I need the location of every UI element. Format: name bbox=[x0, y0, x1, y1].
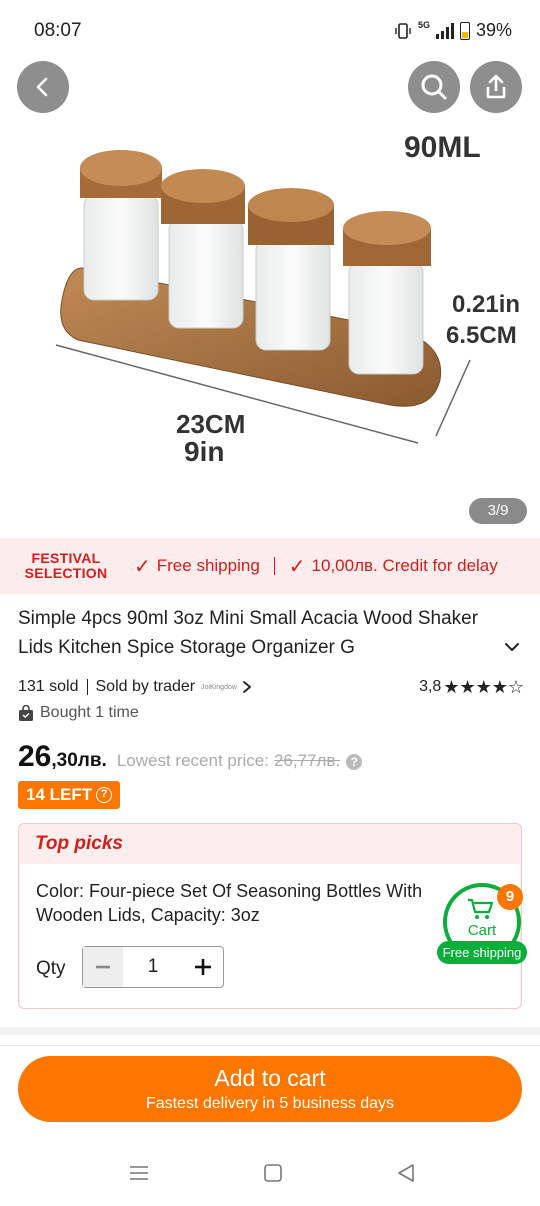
divider bbox=[86, 679, 88, 695]
network-type: 5G bbox=[417, 20, 430, 30]
vibrate-icon bbox=[395, 22, 411, 39]
trader-logo[interactable]: JoiKingdow bbox=[201, 684, 237, 691]
credit-text: 10,00лв. Credit for delay bbox=[311, 556, 498, 575]
signal-icon bbox=[435, 22, 454, 39]
product-page: 90ML 0.21in 6.5CM 23CM 9in 3/9 08:07 5G … bbox=[0, 0, 540, 1206]
bought-text: Bought 1 time bbox=[40, 704, 139, 721]
image-counter: 3/9 bbox=[469, 498, 527, 524]
status-icons: 5G 39% bbox=[394, 20, 512, 41]
cart-icon bbox=[468, 898, 494, 919]
battery-icon bbox=[459, 21, 470, 40]
sold-count: 131 sold bbox=[18, 678, 79, 695]
height-in-label: 0.21in bbox=[452, 291, 521, 318]
festival-logo-line2: SELECTION bbox=[24, 565, 108, 581]
product-title[interactable]: Simple 4pcs 90ml 3oz Mini Small Acacia W… bbox=[18, 604, 488, 662]
status-time: 08:07 bbox=[34, 20, 82, 41]
top-picks-heading: Top picks bbox=[35, 833, 123, 854]
color-option[interactable]: Color: Four-piece Set Of Seasoning Bottl… bbox=[36, 879, 466, 927]
plus-icon bbox=[195, 959, 211, 975]
recent-apps-button[interactable] bbox=[124, 1160, 154, 1186]
add-to-cart-label: Add to cart bbox=[214, 1065, 326, 1091]
minus-icon bbox=[96, 965, 110, 969]
width-in-label: 9in bbox=[184, 436, 225, 467]
triangle-back-icon bbox=[398, 1164, 414, 1182]
free-shipping-text: Free shipping bbox=[156, 556, 260, 575]
check-icon: ✓ bbox=[288, 555, 306, 578]
sold-by-link[interactable]: Sold by trader bbox=[96, 678, 196, 696]
home-button[interactable] bbox=[258, 1160, 288, 1186]
search-button[interactable] bbox=[408, 61, 460, 113]
increase-button[interactable] bbox=[183, 947, 223, 987]
help-icon[interactable]: ? bbox=[346, 754, 363, 770]
search-icon bbox=[421, 74, 447, 100]
product-meta-row: 131 sold Sold by trader JoiKingdow 3,8 ★… bbox=[18, 676, 524, 698]
free-shipping-badge: ✓ Free shipping bbox=[134, 554, 260, 579]
share-icon bbox=[486, 74, 506, 99]
rating-stars: ★★★★☆ bbox=[443, 676, 524, 697]
cart-label: Cart bbox=[467, 922, 497, 939]
share-button[interactable] bbox=[470, 61, 522, 113]
shopping-bag-icon bbox=[19, 704, 33, 721]
lowest-price-value: 26,77лв. bbox=[273, 751, 341, 770]
rating-value: 3,8 bbox=[419, 678, 442, 695]
festival-logo-line1: FESTIVAL bbox=[31, 550, 101, 566]
chevron-right-icon[interactable] bbox=[241, 680, 253, 694]
height-cm-label: 6.5CM bbox=[446, 322, 517, 349]
quantity-stepper: 1 bbox=[82, 946, 224, 988]
price-row: 26 ,30лв. Lowest recent price: 26,77лв. … bbox=[18, 740, 363, 774]
floating-cart-button[interactable]: Cart 9 Free shipping bbox=[437, 880, 527, 964]
festival-banner: FESTIVAL SELECTION ✓ Free shipping ✓ 10,… bbox=[0, 538, 540, 594]
price-integer: 26 bbox=[18, 740, 52, 773]
product-image-gallery[interactable]: 90ML 0.21in 6.5CM 23CM 9in 3/9 bbox=[0, 0, 540, 535]
system-nav-bar bbox=[0, 1140, 540, 1206]
battery-level: 39% bbox=[475, 20, 512, 40]
back-button[interactable] bbox=[17, 61, 69, 113]
decrease-button[interactable] bbox=[83, 947, 123, 987]
bought-history: Bought 1 time bbox=[18, 704, 139, 722]
divider bbox=[273, 557, 275, 575]
chevron-down-icon[interactable] bbox=[503, 638, 521, 656]
section-divider bbox=[0, 1027, 540, 1035]
cart-count-badge: 9 bbox=[497, 884, 523, 910]
back-nav-button[interactable] bbox=[391, 1160, 421, 1186]
delivery-info: Fastest delivery in 5 business days bbox=[145, 1095, 395, 1112]
festival-logo: FESTIVAL SELECTION bbox=[16, 551, 116, 581]
add-to-cart-button[interactable]: Add to cart Fastest delivery in 5 busine… bbox=[18, 1056, 522, 1122]
qty-label: Qty bbox=[36, 958, 66, 979]
chevron-left-icon bbox=[36, 77, 48, 97]
menu-icon bbox=[130, 1166, 148, 1180]
check-icon: ✓ bbox=[134, 555, 151, 578]
price-decimal: ,30лв. bbox=[51, 750, 107, 771]
quantity-value[interactable]: 1 bbox=[123, 947, 183, 987]
stock-left-text: 14 LEFT bbox=[26, 785, 93, 804]
square-icon bbox=[264, 1164, 282, 1182]
divider bbox=[0, 1045, 540, 1046]
capacity-label: 90ML bbox=[404, 131, 481, 164]
status-bar: 08:07 5G 39% bbox=[0, 0, 540, 60]
stock-left-badge[interactable]: 14 LEFT ? bbox=[18, 781, 121, 809]
rating[interactable]: 3,8 ★★★★☆ bbox=[419, 677, 524, 698]
cart-free-shipping: Free shipping bbox=[437, 941, 527, 964]
lowest-price-label: Lowest recent price: bbox=[116, 751, 269, 770]
credit-badge: ✓ 10,00лв. Credit for delay bbox=[289, 554, 498, 579]
help-icon: ? bbox=[96, 787, 113, 803]
